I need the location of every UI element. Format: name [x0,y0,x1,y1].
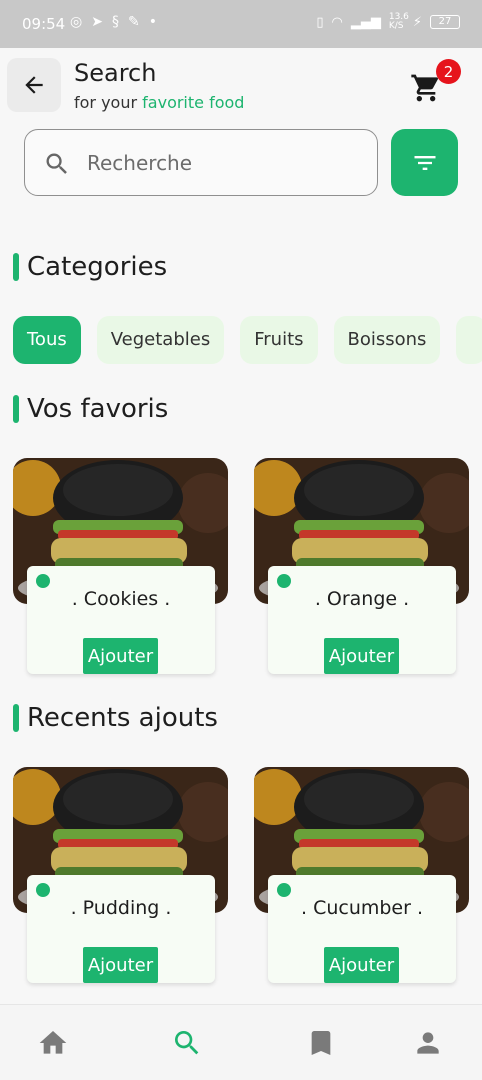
category-list[interactable]: Tous Vegetables Fruits Boissons [13,316,482,366]
add-button[interactable]: Ajouter [324,638,399,674]
nav-bookmarks[interactable] [305,1027,337,1059]
bottom-nav [0,1004,482,1080]
wifi-icon: ◠ [331,14,343,30]
search-icon [46,153,67,174]
product-info: . Pudding . Ajouter [27,875,215,983]
category-chip-more[interactable] [456,316,482,364]
signal-icon: ▂▄▆ [350,14,381,30]
add-button[interactable]: Ajouter [324,947,399,983]
add-button[interactable]: Ajouter [83,638,158,674]
product-card[interactable]: . Pudding . Ajouter [13,767,228,983]
subtitle-prefix: for your [74,93,143,112]
product-card[interactable]: . Orange . Ajouter [254,458,469,674]
product-name: . Orange . [314,588,410,610]
nav-search[interactable] [171,1027,203,1059]
battery-icon: 27 [430,15,460,29]
category-chip-tous[interactable]: Tous [13,316,81,364]
add-button[interactable]: Ajouter [83,947,158,983]
bookmark-icon [311,1031,331,1055]
status-dot [277,883,291,897]
status-dot [36,574,50,588]
page-subtitle: for your favorite food [74,93,244,112]
nav-profile[interactable] [412,1027,444,1059]
product-name: . Cucumber . [300,897,424,919]
back-button[interactable] [7,58,61,112]
product-info: . Cookies . Ajouter [27,566,215,674]
product-name: . Cookies . [71,588,171,610]
header: Search for your favorite food [0,48,482,122]
notification-icon: § [111,14,119,30]
cart-count-badge: 2 [436,59,461,84]
product-card[interactable]: . Cucumber . Ajouter [254,767,469,983]
status-dot [277,574,291,588]
network-speed: 13.6 K/S [388,12,409,31]
product-info: . Cucumber . Ajouter [268,875,456,983]
home-icon [39,1031,67,1054]
categories-heading-text: Categories [27,252,168,282]
filter-icon [414,155,435,170]
search-input[interactable] [87,144,357,182]
product-info: . Orange . Ajouter [268,566,456,674]
status-icons-left: ◎ ➤ § ✎ • [70,14,157,30]
subtitle-accent: favorite food [142,93,245,112]
heading-accent-bar [13,704,19,732]
arrow-left-icon [25,76,43,94]
app-icon: ✎ [127,14,140,30]
search-icon [175,1031,199,1055]
whatsapp-icon: ◎ [70,14,83,30]
dot-icon: • [148,14,157,30]
telegram-icon: ➤ [91,14,103,30]
category-chip-fruits[interactable]: Fruits [240,316,318,364]
charging-icon: ⚡ [412,14,422,30]
recent-heading-text: Recents ajouts [27,703,218,733]
category-chip-vegetables[interactable]: Vegetables [96,316,225,364]
status-dot [36,883,50,897]
product-name: . Pudding . [70,897,172,919]
category-chip-boissons[interactable]: Boissons [333,316,441,364]
status-bar: 09:54 ◎ ➤ § ✎ • ▯ ◠ ▂▄▆ 13.6 K/S ⚡ 27 [0,0,482,48]
vibrate-icon: ▯ [316,14,324,30]
filter-button[interactable] [391,129,458,196]
nav-home[interactable] [37,1027,69,1059]
recent-heading: Recents ajouts [13,703,218,733]
status-time: 09:54 [22,15,66,33]
search-field[interactable] [24,129,378,196]
categories-heading: Categories [13,252,167,282]
status-icons-right: ▯ ◠ ▂▄▆ 13.6 K/S ⚡ 27 [316,13,460,31]
favorites-heading: Vos favoris [13,394,168,424]
heading-accent-bar [13,395,19,423]
profile-icon [417,1032,439,1054]
page-title: Search [74,59,157,87]
heading-accent-bar [13,253,19,281]
product-card[interactable]: . Cookies . Ajouter [13,458,228,674]
favorites-heading-text: Vos favoris [27,394,169,424]
